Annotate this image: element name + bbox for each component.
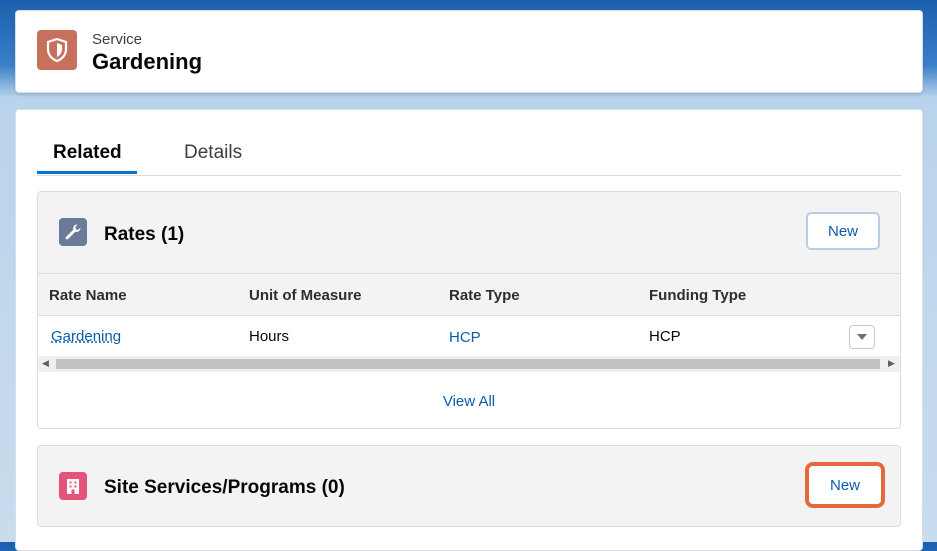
rates-table: Rate Name Unit of Measure Rate Type Fund…: [38, 273, 900, 428]
horizontal-scrollbar[interactable]: ◀ ▶: [38, 356, 900, 372]
wrench-icon: [59, 218, 87, 246]
building-icon: [59, 472, 87, 500]
tab-details[interactable]: Details: [184, 138, 242, 178]
column-header-rate-name[interactable]: Rate Name: [49, 287, 127, 304]
table-header: Rate Name Unit of Measure Rate Type Fund…: [38, 273, 900, 316]
unit-of-measure-cell: Hours: [249, 328, 290, 345]
tab-bar: Related Details: [37, 138, 901, 176]
scroll-right-arrow-icon[interactable]: ▶: [888, 358, 895, 369]
tab-related-label: Related: [53, 142, 122, 163]
active-tab-indicator: [37, 171, 137, 174]
view-all-link[interactable]: View All: [38, 393, 900, 410]
chevron-down-icon: [857, 334, 867, 340]
record-title: Gardening: [92, 49, 203, 74]
funding-type-cell: HCP: [649, 328, 681, 345]
rate-name-link[interactable]: Gardening: [51, 328, 121, 345]
main-panel: Related Details Rates (1) New Rate Name …: [15, 109, 923, 551]
column-header-funding-type[interactable]: Funding Type: [649, 287, 746, 304]
site-services-title: Site Services/Programs (0): [104, 477, 345, 498]
column-header-rate-type[interactable]: Rate Type: [449, 287, 520, 304]
service-shield-icon: [37, 30, 77, 70]
rates-title: Rates (1): [104, 224, 185, 245]
scrollbar-thumb[interactable]: [56, 359, 880, 369]
rate-type-link[interactable]: HCP: [449, 329, 481, 346]
tab-details-label: Details: [184, 142, 243, 163]
record-header: Service Gardening: [15, 10, 923, 93]
row-actions-button[interactable]: [849, 325, 875, 349]
site-services-related-list: Site Services/Programs (0) New: [37, 445, 901, 527]
scroll-left-arrow-icon[interactable]: ◀: [42, 358, 49, 369]
column-header-unit-of-measure[interactable]: Unit of Measure: [249, 287, 362, 304]
site-services-new-button[interactable]: New: [805, 462, 885, 508]
object-label: Service: [92, 31, 143, 48]
rates-related-list: Rates (1) New Rate Name Unit of Measure …: [37, 191, 901, 429]
rates-new-button[interactable]: New: [806, 212, 880, 250]
